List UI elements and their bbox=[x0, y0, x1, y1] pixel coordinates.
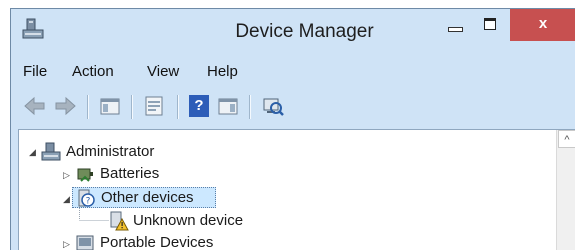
toolbar-separator bbox=[131, 95, 133, 119]
tree-node-label: Other devices bbox=[101, 189, 194, 206]
device-tree-panel: ◢ Administrator ▷ Batteries ◢ ? Other de… bbox=[18, 129, 575, 250]
device-manager-window: Device Manager x File Action View Help ?… bbox=[10, 8, 575, 250]
chevron-up-icon: ^ bbox=[564, 134, 570, 146]
expand-icon[interactable]: ▷ bbox=[63, 233, 70, 250]
battery-icon bbox=[77, 168, 93, 182]
tree-node-label: Administrator bbox=[66, 143, 155, 160]
forward-arrow-icon[interactable] bbox=[53, 95, 77, 117]
menu-action[interactable]: Action bbox=[72, 63, 114, 80]
collapse-icon[interactable]: ◢ bbox=[63, 188, 70, 210]
menu-view[interactable]: View bbox=[147, 63, 179, 80]
tree-node-label: Portable Devices bbox=[100, 234, 214, 250]
tree-connector bbox=[79, 196, 109, 221]
toolbar-separator bbox=[249, 95, 251, 119]
expand-icon[interactable]: ▷ bbox=[63, 164, 70, 186]
close-button[interactable]: x bbox=[510, 9, 575, 41]
vertical-scrollbar[interactable]: ^ bbox=[556, 130, 575, 250]
portable-device-icon bbox=[76, 235, 94, 250]
menu-file[interactable]: File bbox=[23, 63, 47, 80]
title-bar[interactable]: Device Manager x bbox=[11, 9, 575, 57]
action-pane-icon[interactable] bbox=[217, 95, 239, 117]
minimize-button[interactable] bbox=[437, 9, 473, 39]
properties-icon[interactable] bbox=[143, 95, 165, 117]
tree-node-label: Batteries bbox=[100, 165, 160, 182]
scroll-up-button[interactable]: ^ bbox=[558, 130, 575, 148]
help-icon[interactable]: ? bbox=[189, 95, 209, 117]
back-arrow-icon[interactable] bbox=[23, 95, 47, 117]
menu-bar: File Action View Help bbox=[11, 58, 575, 84]
show-hide-tree-icon[interactable] bbox=[99, 95, 121, 117]
scan-hardware-icon[interactable] bbox=[261, 95, 285, 117]
collapse-icon[interactable]: ◢ bbox=[29, 141, 36, 163]
tree-node-label: Unknown device bbox=[133, 212, 244, 229]
toolbar-separator bbox=[87, 95, 89, 119]
menu-help[interactable]: Help bbox=[207, 63, 238, 80]
computer-icon bbox=[41, 142, 61, 161]
toolbar-separator bbox=[177, 95, 179, 119]
maximize-button[interactable] bbox=[472, 9, 508, 39]
warning-device-icon bbox=[110, 211, 129, 231]
toolbar: ? bbox=[11, 89, 575, 123]
close-icon: x bbox=[538, 15, 548, 32]
